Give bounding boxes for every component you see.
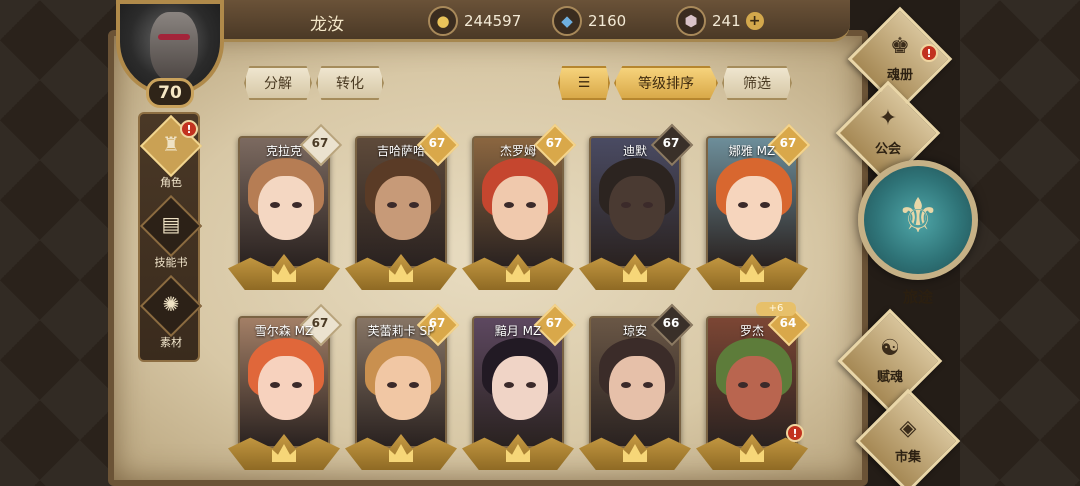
- soul-gift-label: 赋魂: [876, 370, 903, 385]
- hero-eye: [270, 382, 280, 388]
- market-button[interactable]: ◈ 市集: [855, 388, 961, 486]
- hero-eye: [526, 202, 536, 208]
- journey-emblem-icon: ⚜: [896, 188, 940, 244]
- hero-eye: [387, 202, 397, 208]
- hero-level: 64: [779, 316, 797, 330]
- hero-level: 67: [311, 136, 329, 150]
- hero-level: 67: [545, 136, 563, 150]
- gold-amount: 244597: [464, 12, 522, 30]
- hero-eye: [292, 382, 302, 388]
- sort-direction-button[interactable]: ☰: [558, 66, 610, 100]
- hero-eye: [409, 202, 419, 208]
- hero-card[interactable]: 罗杰 64 +6!: [696, 302, 811, 474]
- hero-enhance-badge: +6: [756, 302, 796, 316]
- hero-card[interactable]: 迪默 67: [579, 123, 694, 294]
- hero-card[interactable]: 吉哈萨哈 67: [345, 123, 460, 294]
- hero-card[interactable]: 娜雅 MZ 67: [696, 123, 811, 294]
- hero-face: [726, 356, 782, 420]
- soul-gift-button[interactable]: ☯ 赋魂: [837, 308, 943, 414]
- left-category-menu: ♜ 角色 ! ▤ 技能书 ✺ 素材: [138, 112, 203, 362]
- character-alert-icon: !: [180, 120, 198, 138]
- soul-gift-frame: [837, 308, 943, 414]
- hero-eye: [526, 382, 536, 388]
- hero-eye: [643, 202, 653, 208]
- hero-eye: [760, 382, 770, 388]
- market-label: 市集: [894, 450, 921, 465]
- hero-card[interactable]: 黯月 MZ 67: [462, 303, 577, 474]
- hero-face: [375, 356, 431, 420]
- hero-level: 67: [428, 136, 446, 150]
- hero-eye: [504, 202, 514, 208]
- hero-card[interactable]: 芙蕾莉卡 SP 67: [345, 303, 460, 474]
- hero-eye: [621, 382, 631, 388]
- hero-alert-icon: !: [786, 424, 804, 442]
- soul-gift-icon: ☯: [880, 336, 900, 361]
- crystal-currency: ◆ 2160: [552, 6, 626, 36]
- market-icon: ◈: [899, 416, 917, 441]
- menu-item-label: 角色: [160, 176, 182, 189]
- avatar-face: [150, 12, 198, 82]
- hero-eye: [738, 202, 748, 208]
- hero-face: [609, 176, 665, 240]
- skill-book-icon: ▤: [161, 212, 181, 236]
- soul-book-alert-icon: !: [920, 44, 938, 62]
- player-name: 龙汝: [310, 15, 344, 35]
- menu-item-skill-book[interactable]: ▤ 技能书: [139, 194, 203, 276]
- hero-level: 66: [662, 316, 680, 330]
- hero-eye: [738, 382, 748, 388]
- gem-currency: ⬢ 241 +: [676, 6, 764, 36]
- hero-face: [492, 356, 548, 420]
- hero-level: 67: [662, 136, 680, 150]
- hero-face: [492, 176, 548, 240]
- hero-level: 67: [428, 316, 446, 330]
- hero-face: [726, 176, 782, 240]
- menu-item-material[interactable]: ✺ 素材: [139, 274, 203, 356]
- decompose-button[interactable]: 分解: [244, 66, 312, 100]
- blue-crystal-icon: ◆: [552, 6, 582, 36]
- hero-face: [375, 176, 431, 240]
- hero-level: 67: [545, 316, 563, 330]
- hero-eye: [621, 202, 631, 208]
- journey-label: 旅途: [902, 288, 933, 306]
- left-background-pattern: [0, 0, 120, 486]
- hero-eye: [409, 382, 419, 388]
- hero-card[interactable]: 雪尔森 MZ 67: [228, 303, 343, 474]
- journey-button[interactable]: ⚜ 旅途: [858, 160, 978, 306]
- crystal-amount: 2160: [588, 12, 627, 30]
- hero-level: 67: [779, 136, 797, 150]
- material-icon: ✺: [162, 292, 180, 316]
- hero-card[interactable]: 克拉克 67: [228, 123, 343, 294]
- hero-eye: [643, 382, 653, 388]
- hero-face: [258, 176, 314, 240]
- filter-button[interactable]: 筛选: [722, 66, 792, 100]
- hero-eye: [387, 382, 397, 388]
- hero-eye: [270, 202, 280, 208]
- gem-icon: ⬢: [676, 6, 706, 36]
- soul-book-label: 魂册: [886, 68, 913, 83]
- menu-item-character[interactable]: ♜ 角色 !: [139, 114, 203, 196]
- hero-face: [609, 356, 665, 420]
- menu-item-label: 技能书: [154, 256, 188, 269]
- guild-icon: ✦: [878, 106, 898, 131]
- sort-icon: ☰: [577, 75, 591, 91]
- hero-card[interactable]: 杰罗姆 67: [462, 123, 577, 294]
- gold-currency: ● 244597: [428, 6, 521, 36]
- sort-by-level-button[interactable]: 等级排序: [614, 66, 718, 100]
- soul-book-button[interactable]: ♚ 魂册 !: [847, 6, 953, 112]
- hero-eye: [760, 202, 770, 208]
- gem-amount: 241: [712, 12, 741, 30]
- hero-eye: [292, 202, 302, 208]
- right-background-pattern: [960, 0, 1080, 486]
- gold-coin-icon: ●: [428, 6, 458, 36]
- convert-button[interactable]: 转化: [316, 66, 384, 100]
- add-gem-button[interactable]: +: [745, 12, 764, 30]
- hero-face: [258, 356, 314, 420]
- hero-eye: [504, 382, 514, 388]
- guild-label: 公会: [874, 142, 901, 157]
- hero-card[interactable]: 琼安 66: [579, 303, 694, 474]
- player-level-badge: 70: [146, 78, 194, 108]
- menu-item-label: 素材: [160, 336, 182, 349]
- hero-level: 67: [311, 316, 329, 330]
